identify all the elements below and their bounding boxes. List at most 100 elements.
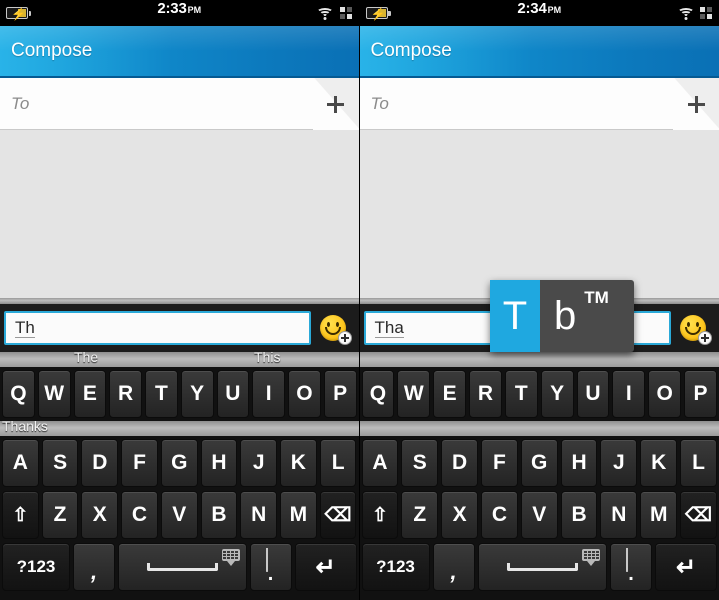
comma-key[interactable]: , (73, 543, 115, 591)
keyboard: Th The This Q W E R T Y U I O P Thanks A… (0, 298, 359, 600)
key-s[interactable]: S (401, 439, 439, 487)
period-label: . (267, 563, 274, 585)
key-w[interactable]: W (37, 370, 71, 418)
key-a[interactable]: A (361, 439, 399, 487)
key-v[interactable]: V (520, 491, 558, 539)
keyboard-switch-icon[interactable] (221, 549, 240, 561)
key-p[interactable]: P (323, 370, 357, 418)
key-f[interactable]: F (121, 439, 158, 487)
add-recipient-button[interactable] (312, 78, 359, 130)
message-body-area[interactable] (359, 130, 719, 298)
key-k[interactable]: K (640, 439, 678, 487)
spacebar-indicator (506, 563, 578, 571)
key-z[interactable]: Z (401, 491, 439, 539)
enter-key[interactable]: ↵ (655, 543, 717, 591)
key-c[interactable]: C (121, 491, 158, 539)
key-h[interactable]: H (560, 439, 598, 487)
key-i[interactable]: I (252, 370, 285, 418)
key-b[interactable]: B (200, 491, 238, 539)
key-c[interactable]: C (480, 491, 518, 539)
key-o[interactable]: O (648, 370, 682, 418)
key-j[interactable]: J (600, 439, 638, 487)
key-n[interactable]: N (240, 491, 278, 539)
key-f[interactable]: F (480, 439, 518, 487)
key-x[interactable]: X (441, 491, 478, 539)
key-l[interactable]: L (680, 439, 717, 487)
key-q[interactable]: Q (2, 370, 35, 418)
add-plus-icon (698, 331, 712, 345)
key-k[interactable]: K (280, 439, 317, 487)
key-n[interactable]: N (600, 491, 638, 539)
keyboard-row-2: A S D F G H J K L (0, 439, 359, 487)
key-y[interactable]: Y (180, 370, 214, 418)
suggestion-word[interactable]: Thanks (2, 418, 48, 434)
key-g[interactable]: G (160, 439, 198, 487)
message-body-area[interactable] (0, 130, 359, 298)
watermark-letter-b: b (554, 293, 577, 338)
spacebar-indicator (146, 563, 218, 571)
keyboard-switch-icon[interactable] (582, 549, 600, 561)
key-b[interactable]: B (560, 491, 598, 539)
to-field-row[interactable]: To (0, 78, 359, 130)
key-w[interactable]: W (397, 370, 431, 418)
key-e[interactable]: E (73, 370, 107, 418)
space-key[interactable] (118, 543, 247, 591)
key-i[interactable]: I (612, 370, 646, 418)
suggestion-strip-1[interactable] (359, 352, 719, 367)
microphone-icon[interactable] (265, 548, 275, 572)
key-t[interactable]: T (504, 370, 538, 418)
key-j[interactable]: J (240, 439, 278, 487)
suggestion-word[interactable]: The (74, 349, 98, 365)
to-field-row[interactable]: To (359, 78, 719, 130)
key-e[interactable]: E (433, 370, 467, 418)
to-input[interactable]: To (360, 94, 389, 114)
microphone-icon[interactable] (626, 548, 635, 572)
key-d[interactable]: D (441, 439, 478, 487)
key-u[interactable]: U (576, 370, 610, 418)
key-z[interactable]: Z (41, 491, 79, 539)
key-y[interactable]: Y (540, 370, 574, 418)
backspace-key[interactable]: ⌫ (680, 491, 717, 539)
period-key[interactable]: . (610, 543, 652, 591)
emoji-button[interactable] (311, 306, 355, 350)
key-d[interactable]: D (81, 439, 119, 487)
key-u[interactable]: U (216, 370, 250, 418)
space-key[interactable] (477, 543, 607, 591)
composition-text: Th (15, 317, 35, 338)
composition-input[interactable]: Th (4, 311, 311, 345)
add-recipient-button[interactable] (673, 78, 719, 130)
shift-key[interactable]: ⇧ (2, 491, 39, 539)
suggestion-strip-2[interactable] (359, 421, 719, 436)
period-key[interactable]: . (249, 543, 292, 591)
shift-key[interactable]: ⇧ (361, 491, 399, 539)
key-a[interactable]: A (2, 439, 39, 487)
comma-key[interactable]: , (432, 543, 475, 591)
suggestion-word[interactable]: This (254, 349, 280, 365)
status-time: 2:33 (157, 0, 187, 17)
key-x[interactable]: X (81, 491, 119, 539)
key-r[interactable]: R (469, 370, 502, 418)
watermark-trademark: TM (584, 288, 609, 307)
key-o[interactable]: O (288, 370, 321, 418)
emoji-button[interactable] (671, 306, 715, 350)
key-p[interactable]: P (684, 370, 717, 418)
key-l[interactable]: L (319, 439, 357, 487)
key-g[interactable]: G (520, 439, 558, 487)
key-v[interactable]: V (160, 491, 198, 539)
symbols-key[interactable]: ?123 (2, 543, 70, 591)
wifi-icon (316, 7, 334, 20)
symbols-key[interactable]: ?123 (361, 543, 430, 591)
key-r[interactable]: R (109, 370, 142, 418)
key-s[interactable]: S (41, 439, 79, 487)
enter-key[interactable]: ↵ (294, 543, 357, 591)
keyboard-row-4: ?123 , . ↵ (360, 543, 719, 591)
suggestion-strip-1[interactable]: The This (0, 349, 359, 367)
key-h[interactable]: H (200, 439, 238, 487)
suggestion-strip-2[interactable]: Thanks (0, 418, 359, 436)
key-m[interactable]: M (640, 491, 678, 539)
key-q[interactable]: Q (361, 370, 395, 418)
to-input[interactable]: To (0, 94, 29, 114)
backspace-key[interactable]: ⌫ (319, 491, 357, 539)
key-t[interactable]: T (145, 370, 178, 418)
key-m[interactable]: M (280, 491, 317, 539)
